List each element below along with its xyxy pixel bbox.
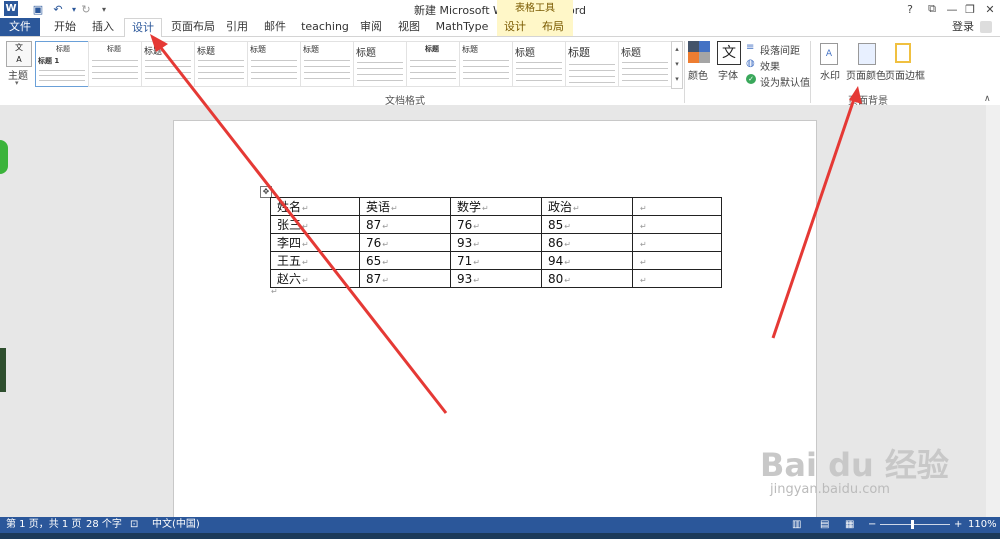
baidu-watermark-url: jingyan.baidu.com bbox=[770, 482, 890, 497]
zoom-slider[interactable] bbox=[880, 524, 950, 525]
arrow-to-design-tab bbox=[150, 34, 448, 414]
web-layout-icon[interactable]: ▦ bbox=[845, 517, 854, 533]
zoom-slider-thumb[interactable] bbox=[911, 520, 914, 529]
proofing-icon[interactable]: ⊡ bbox=[130, 517, 138, 533]
vertical-scrollbar[interactable] bbox=[986, 105, 1000, 517]
print-layout-icon[interactable]: ▤ bbox=[820, 517, 829, 533]
baidu-watermark: Bai du 经验 bbox=[760, 446, 949, 484]
language-indicator[interactable]: 中文(中国) bbox=[152, 517, 200, 533]
page-count[interactable]: 第 1 页，共 1 页 bbox=[6, 517, 81, 533]
zoom-level[interactable]: 110% bbox=[968, 517, 997, 533]
zoom-out-icon[interactable]: − bbox=[868, 517, 876, 533]
taskbar bbox=[0, 533, 1000, 539]
arrow-to-page-color bbox=[771, 86, 862, 339]
zoom-in-icon[interactable]: + bbox=[954, 517, 962, 533]
status-bar: 第 1 页，共 1 页 28 个字 ⊡ 中文(中国) ▥ ▤ ▦ − + 110… bbox=[0, 517, 1000, 533]
word-count[interactable]: 28 个字 bbox=[86, 517, 122, 533]
read-mode-icon[interactable]: ▥ bbox=[792, 517, 801, 533]
